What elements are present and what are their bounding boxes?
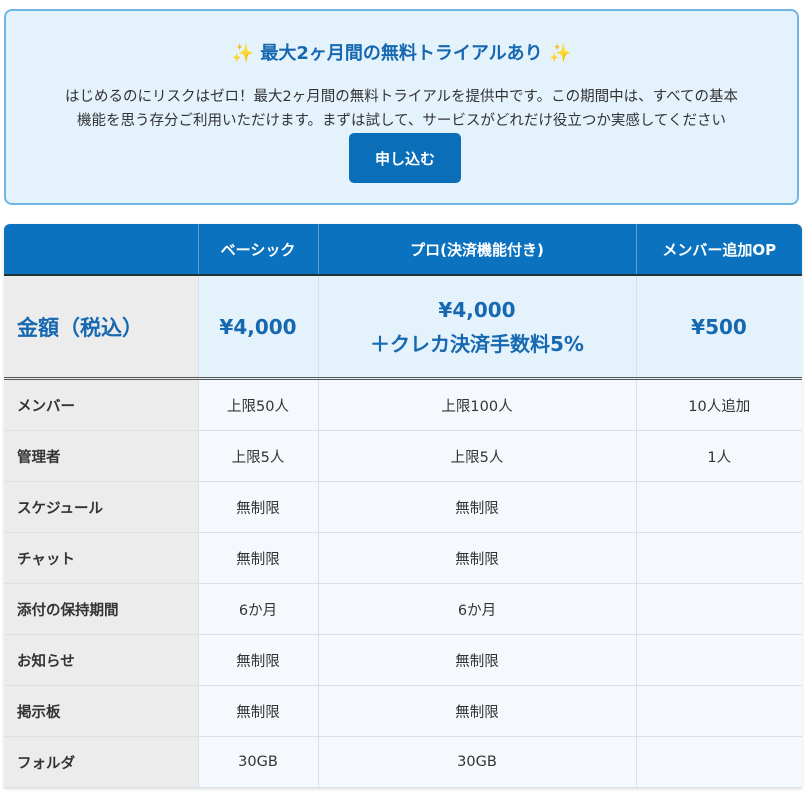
cell-basic: 上限5人 — [198, 430, 319, 482]
price-option: ¥500 — [636, 275, 802, 379]
table-row: スケジュール 無制限 無制限 — [4, 481, 802, 533]
sparkle-icon: ✨ — [548, 43, 572, 64]
price-row: 金額（税込） ¥4,000 ¥4,000 ＋クレカ決済手数料5% ¥500 — [4, 275, 802, 379]
cell-pro: 上限100人 — [318, 378, 637, 431]
table-row: メンバー 上限50人 上限100人 10人追加 — [4, 378, 802, 431]
price-label: 金額（税込） — [4, 275, 199, 379]
pricing-table: ベーシック プロ(決済機能付き) メンバー追加OP 金額（税込） ¥4,000 … — [4, 224, 802, 788]
trial-desc-line: 機能を思う存分ご利用いただけます。まずは試して、サービスがどれだけ役立つか実感し… — [76, 113, 727, 129]
table-row: フォルダ 30GB 30GB — [4, 736, 802, 788]
header-basic: ベーシック — [198, 224, 319, 275]
trial-description: はじめるのにリスクはゼロ！最大2ヶ月間の無料トライアルを提供中です。この期間中は… — [26, 85, 777, 133]
cell-pro: 無制限 — [318, 685, 637, 737]
cell-pro: 無制限 — [318, 634, 637, 686]
cell-basic: 6か月 — [198, 583, 319, 635]
row-label: お知らせ — [4, 634, 199, 686]
cell-option: 1人 — [636, 430, 802, 482]
table-row: 掲示板 無制限 無制限 — [4, 685, 802, 737]
row-label: スケジュール — [4, 481, 199, 533]
row-label: 掲示板 — [4, 685, 199, 737]
cell-pro: 30GB — [318, 736, 637, 788]
table-row: チャット 無制限 無制限 — [4, 532, 802, 584]
cell-basic: 無制限 — [198, 685, 319, 737]
price-basic: ¥4,000 — [198, 275, 319, 379]
cell-basic: 上限50人 — [198, 378, 319, 431]
row-label: チャット — [4, 532, 199, 584]
cell-basic: 無制限 — [198, 634, 319, 686]
cell-option — [636, 583, 802, 635]
cell-option — [636, 481, 802, 533]
price-pro-fee: ＋クレカ決済手数料5% — [370, 331, 584, 356]
cell-basic: 無制限 — [198, 481, 319, 533]
cell-pro: 無制限 — [318, 532, 637, 584]
header-pro: プロ(決済機能付き) — [318, 224, 637, 275]
table-row: 添付の保持期間 6か月 6か月 — [4, 583, 802, 635]
header-blank — [4, 224, 199, 275]
cell-pro: 上限5人 — [318, 430, 637, 482]
row-label: 管理者 — [4, 430, 199, 482]
trial-title: ✨ 最大2ヶ月間の無料トライアルあり ✨ — [6, 39, 797, 65]
cell-pro: 6か月 — [318, 583, 637, 635]
cell-option — [636, 634, 802, 686]
table-header-row: ベーシック プロ(決済機能付き) メンバー追加OP — [4, 224, 802, 275]
trial-banner: ✨ 最大2ヶ月間の無料トライアルあり ✨ はじめるのにリスクはゼロ！最大2ヶ月間… — [4, 9, 799, 205]
row-label: フォルダ — [4, 736, 199, 788]
cell-option — [636, 736, 802, 788]
cell-option: 10人追加 — [636, 378, 802, 431]
cell-basic: 30GB — [198, 736, 319, 788]
cell-basic: 無制限 — [198, 532, 319, 584]
cell-option — [636, 685, 802, 737]
header-member-option: メンバー追加OP — [636, 224, 802, 275]
table-row: 管理者 上限5人 上限5人 1人 — [4, 430, 802, 482]
trial-desc-line: はじめるのにリスクはゼロ！最大2ヶ月間の無料トライアルを提供中です。この期間中は… — [64, 89, 739, 105]
sparkle-icon: ✨ — [231, 43, 255, 64]
table-row: お知らせ 無制限 無制限 — [4, 634, 802, 686]
row-label: メンバー — [4, 378, 199, 431]
cell-pro: 無制限 — [318, 481, 637, 533]
row-label: 添付の保持期間 — [4, 583, 199, 635]
cell-option — [636, 532, 802, 584]
trial-title-text: 最大2ヶ月間の無料トライアルあり — [260, 43, 543, 64]
price-pro-amount: ¥4,000 — [438, 297, 516, 322]
apply-button[interactable]: 申し込む — [349, 133, 461, 183]
price-pro: ¥4,000 ＋クレカ決済手数料5% — [318, 275, 637, 379]
